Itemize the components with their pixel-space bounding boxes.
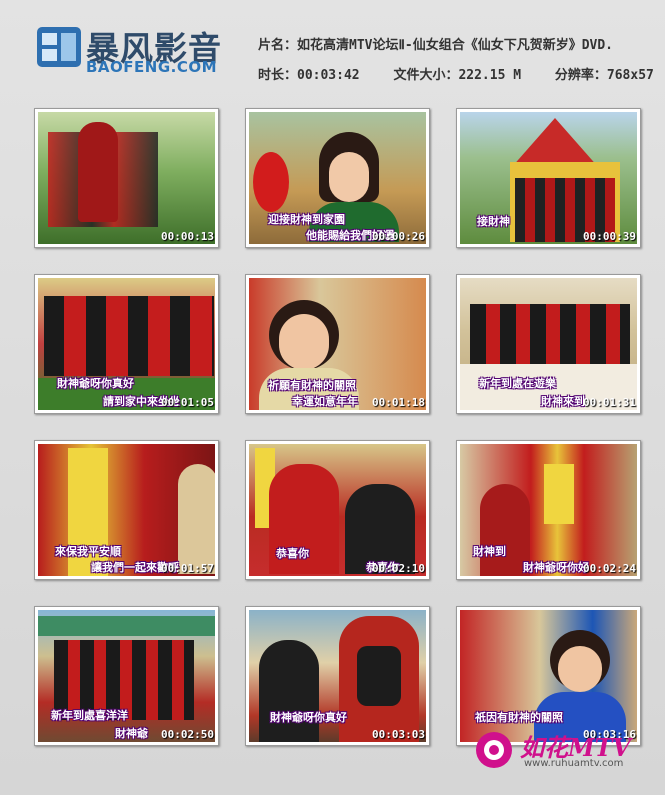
video-thumbnail[interactable]: 祈願有財神的關照 幸運如意年年 00:01:18 [245,274,430,414]
thumbnail-subtitle: 恭喜你 [276,547,309,560]
thumbnail-subtitle: 財神爺呀你真好 [57,377,134,390]
video-thumbnail[interactable]: 恭喜你 恭喜你 00:02:10 [245,440,430,580]
video-info-line: 时长：00:03:42 文件大小：222.15 M 分辨率：768x57 [258,64,665,83]
video-thumbnail[interactable]: 來保我平安順 讓我們一起來歡呼 00:01:57 [34,440,219,580]
thumbnail-frame [38,112,215,244]
thumbnail-subtitle-2: 財神爺呀你好 [523,561,589,574]
thumbnail-subtitle: 新年到處喜洋洋 [51,709,128,722]
video-thumbnail[interactable]: 新年到處在遊樂 財神來到 00:01:31 [456,274,641,414]
watermark-url: www.ruhuamtv.com [524,758,624,769]
video-thumbnail[interactable]: 新年到處喜洋洋 財神爺 00:02:50 [34,606,219,746]
video-thumbnail[interactable]: 接財神 00:00:39 [456,108,641,248]
thumbnail-subtitle: 接財神 [477,215,510,228]
thumbnail-subtitle: 財神爺呀你真好 [270,711,347,724]
filesize-label: 文件大小：222.15 M [393,68,522,83]
thumbnail-timestamp: 00:02:50 [161,728,214,741]
thumbnail-subtitle-2: 幸運如意年年 [292,395,358,408]
thumbnail-timestamp: 00:01:31 [583,396,636,409]
duration-label: 时长：00:03:42 [258,68,360,83]
video-thumbnail[interactable]: 00:00:13 [34,108,219,248]
video-thumbnail[interactable]: 財神爺呀你真好 請到家中來坐坐 00:01:05 [34,274,219,414]
thumbnail-timestamp: 00:02:10 [372,562,425,575]
thumbnail-subtitle: 祇因有財神的關照 [475,711,563,724]
thumbnail-subtitle: 迎接財神到家園 [268,213,345,226]
logo-english-text: BAOFENG.COM [86,58,218,76]
video-thumbnail[interactable]: 財神到 財神爺呀你好 00:02:24 [456,440,641,580]
thumbnail-timestamp: 00:02:24 [583,562,636,575]
ruhua-logo-icon [476,732,512,768]
thumbnail-timestamp: 00:00:39 [583,230,636,243]
thumbnail-timestamp: 00:01:57 [161,562,214,575]
thumbnail-timestamp: 00:03:03 [372,728,425,741]
video-title: 片名：如花高清MTV论坛Ⅱ-仙女组合《仙女下凡贺新岁》DVD. [258,38,614,53]
thumbnail-timestamp: 00:01:05 [161,396,214,409]
thumbnail-subtitle: 財神到 [473,545,506,558]
thumbnail-subtitle-2: 財神來到 [541,395,585,408]
thumbnail-subtitle: 祈願有財神的關照 [268,379,356,392]
thumbnail-subtitle-2: 財神爺 [115,727,148,740]
baofeng-logo: 暴风影音 BAOFENG.COM [36,24,241,80]
thumbnail-timestamp: 00:00:26 [372,230,425,243]
video-thumbnail[interactable]: 迎接財神到家園 他能賜給我們好運 00:00:26 [245,108,430,248]
thumbnail-timestamp: 00:01:18 [372,396,425,409]
ruhua-mtv-watermark: 如花MTV www.ruhuamtv.com [474,728,654,774]
video-thumbnail[interactable]: 財神爺呀你真好 00:03:03 [245,606,430,746]
thumbnail-subtitle: 新年到處在遊樂 [479,377,556,390]
video-thumbnail[interactable]: 祇因有財神的關照 00:03:16 [456,606,641,746]
baofeng-logo-icon [37,27,81,67]
thumbnail-subtitle: 來保我平安順 [55,545,121,558]
thumbnail-timestamp: 00:00:13 [161,230,214,243]
resolution-label: 分辨率：768x57 [554,68,654,83]
